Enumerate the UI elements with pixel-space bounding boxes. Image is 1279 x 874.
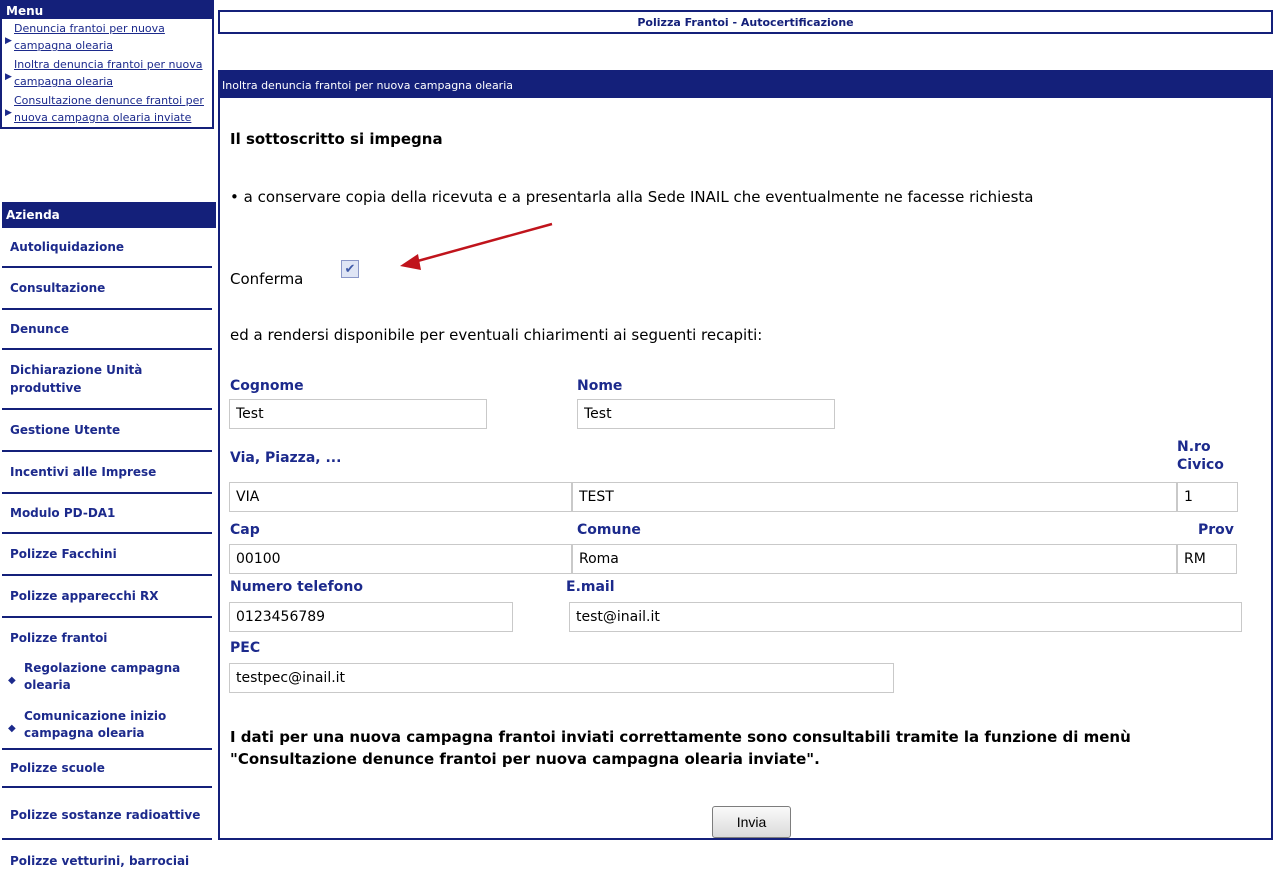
menu-link-denuncia-label[interactable]: Denuncia frantoi per nuova campagna olea… <box>14 22 165 52</box>
sidebar-item-polizze-sostanze[interactable]: Polizze sostanze radioattive <box>2 792 212 840</box>
via-label: Via, Piazza, ... <box>230 450 342 466</box>
sidebar-subitem-regolazione[interactable]: ◆ Regolazione campagna olearia <box>2 660 212 698</box>
menu-header: Menu <box>2 2 212 19</box>
civico-label: N.ro Civico <box>1177 439 1224 473</box>
checkmark-icon: ✔ <box>344 261 356 277</box>
pec-field[interactable] <box>229 663 894 693</box>
sidebar-item-modulo-pd-da1[interactable]: Modulo PD-DA1 <box>2 494 212 534</box>
triangle-right-icon: ▶ <box>5 36 12 46</box>
menu-link-consultazione[interactable]: ▶ Consultazione denunce frantoi per nuov… <box>2 91 212 127</box>
sidebar-item-autoliquidazione[interactable]: Autoliquidazione <box>2 228 212 268</box>
submit-button[interactable]: Invia <box>712 806 791 838</box>
sidebar-item-polizze-rx[interactable]: Polizze apparecchi RX <box>2 576 212 618</box>
comune-field[interactable] <box>572 544 1177 574</box>
sidebar: Menu ▶ Denuncia frantoi per nuova campag… <box>0 0 216 874</box>
sidebar-item-polizze-frantoi[interactable]: Polizze frantoi <box>2 618 212 658</box>
bullet-icon: ◆ <box>8 675 16 686</box>
page-title: Polizza Frantoi - Autocertificazione <box>218 10 1273 34</box>
info-note: I dati per una nuova campagna frantoi in… <box>230 728 1131 768</box>
confirm-label: Conferma <box>230 270 304 288</box>
sidebar-item-consultazione[interactable]: Consultazione <box>2 268 212 310</box>
panel-header: Inoltra denuncia frantoi per nuova campa… <box>220 72 1271 98</box>
sidebar-item-polizze-facchini[interactable]: Polizze Facchini <box>2 534 212 576</box>
prov-field[interactable] <box>1177 544 1237 574</box>
sidebar-subitem-comunicazione-label[interactable]: Comunicazione inizio campagna olearia <box>24 709 166 740</box>
cognome-label: Cognome <box>230 378 304 394</box>
section-heading: Il sottoscritto si impegna <box>230 130 443 148</box>
civico-field[interactable] <box>1177 482 1238 512</box>
sidebar-item-polizze-scuole[interactable]: Polizze scuole <box>2 748 212 788</box>
pec-label: PEC <box>230 640 261 656</box>
comune-label: Comune <box>577 522 641 538</box>
azienda-header: Azienda <box>2 202 216 228</box>
prov-label: Prov <box>1198 522 1234 538</box>
menu-link-inoltra-label[interactable]: Inoltra denuncia frantoi per nuova campa… <box>14 58 202 88</box>
form-panel: Inoltra denuncia frantoi per nuova campa… <box>218 70 1273 840</box>
bullet-icon: ◆ <box>8 723 16 734</box>
email-label: E.mail <box>566 579 615 595</box>
sidebar-item-gestione-utente[interactable]: Gestione Utente <box>2 410 212 452</box>
via-name-field[interactable] <box>572 482 1177 512</box>
menu-link-denuncia[interactable]: ▶ Denuncia frantoi per nuova campagna ol… <box>2 19 212 55</box>
sidebar-item-incentivi[interactable]: Incentivi alle Imprese <box>2 452 212 494</box>
sidebar-item-polizze-vetturini[interactable]: Polizze vetturini, barrociai <box>2 854 212 874</box>
contacts-intro: ed a rendersi disponibile per eventuali … <box>230 326 763 344</box>
sidebar-subitem-comunicazione[interactable]: ◆ Comunicazione inizio campagna olearia <box>2 708 212 746</box>
cap-field[interactable] <box>229 544 572 574</box>
nome-label: Nome <box>577 378 623 394</box>
menu-link-inoltra[interactable]: ▶ Inoltra denuncia frantoi per nuova cam… <box>2 55 212 91</box>
via-type-field[interactable] <box>229 482 572 512</box>
sidebar-item-dichiarazione[interactable]: Dichiarazione Unità produttive <box>2 350 212 410</box>
confirm-checkbox[interactable]: ✔ <box>341 260 359 278</box>
sidebar-subitem-regolazione-label[interactable]: Regolazione campagna olearia <box>24 661 180 692</box>
telefono-field[interactable] <box>229 602 513 632</box>
triangle-right-icon: ▶ <box>5 72 12 82</box>
triangle-right-icon: ▶ <box>5 108 12 118</box>
nome-field[interactable] <box>577 399 835 429</box>
bullet-text: • a conservare copia della ricevuta e a … <box>230 188 1034 206</box>
menu-box: Menu ▶ Denuncia frantoi per nuova campag… <box>0 0 214 129</box>
telefono-label: Numero telefono <box>230 579 363 595</box>
menu-link-consultazione-label[interactable]: Consultazione denunce frantoi per nuova … <box>14 94 204 124</box>
sidebar-item-denunce[interactable]: Denunce <box>2 310 212 350</box>
cap-label: Cap <box>230 522 260 538</box>
email-field[interactable] <box>569 602 1242 632</box>
cognome-field[interactable] <box>229 399 487 429</box>
